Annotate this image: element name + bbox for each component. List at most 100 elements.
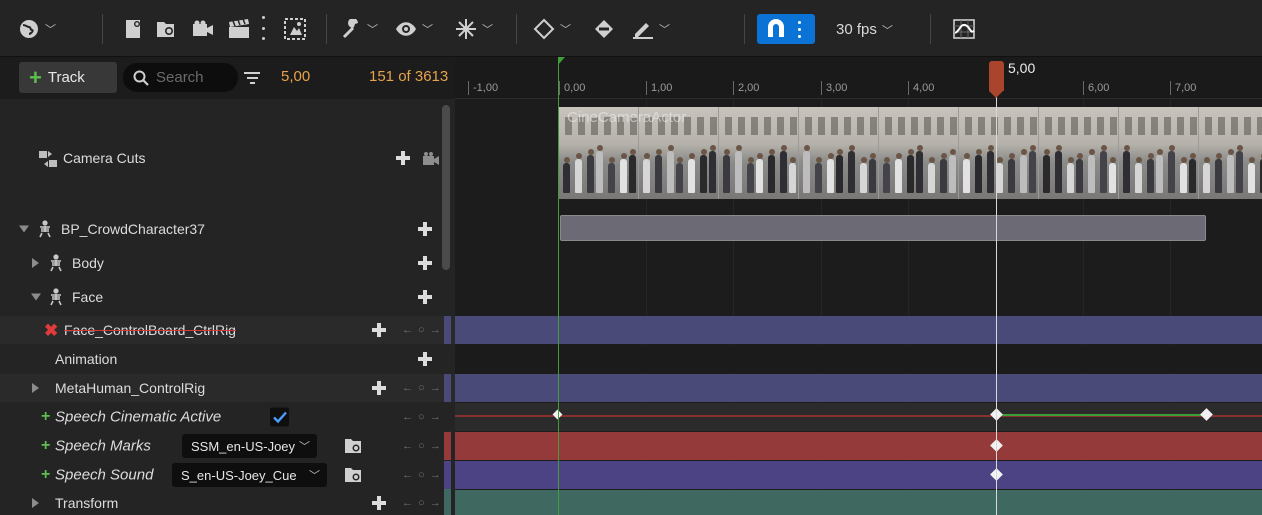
track-row-animation[interactable]: Animation (0, 345, 455, 373)
expand-arrow-icon[interactable] (32, 258, 39, 268)
track-row-crowd-character[interactable]: BP_CrowdCharacter37 (0, 214, 455, 244)
browse-asset-icon[interactable] (344, 466, 364, 484)
lane-speech-marks[interactable] (455, 432, 1262, 460)
track-row-speech-sound[interactable]: + Speech Sound S_en-US-Joey_Cue ﹀ ← ○ → (0, 461, 455, 489)
camera-icon (193, 20, 213, 36)
lock-camera-icon[interactable] (422, 151, 440, 167)
track-row-face[interactable]: Face (0, 282, 455, 312)
collapse-arrow-icon[interactable] (19, 225, 29, 233)
browse-icon (157, 22, 174, 37)
playback-start-marker[interactable] (558, 57, 559, 515)
key-navigation-icon[interactable]: ← ○ → (402, 440, 442, 452)
key-navigation-icon[interactable]: ← ○ → (402, 411, 442, 423)
current-time-field[interactable]: 5,00 (281, 68, 310, 85)
sequencer-timeline[interactable]: -1,00 0,00 1,00 2,00 3,00 4,00 6,00 7,00… (455, 57, 1262, 515)
green-plus-icon: + (41, 437, 51, 454)
lane-metahuman-controlrig[interactable] (455, 374, 1262, 402)
speech-sound-asset-dropdown[interactable]: S_en-US-Joey_Cue ﹀ (172, 463, 327, 487)
key-navigation-icon[interactable]: ← ○ → (402, 382, 442, 394)
more-options-icon[interactable] (260, 16, 266, 40)
wrench-icon (342, 19, 358, 39)
track-row-body[interactable]: Body (0, 248, 455, 278)
browse-asset-icon[interactable] (344, 437, 364, 455)
snapping-toggle[interactable] (757, 14, 815, 44)
track-label: Speech Cinematic Active (55, 408, 222, 426)
track-label: Speech Marks (55, 437, 151, 455)
speech-marks-asset-dropdown[interactable]: SSM_en-US-Joey ﹀ (182, 434, 317, 458)
key-navigation-icon[interactable]: ← ○ → (402, 469, 442, 481)
snap-options-icon[interactable] (798, 21, 802, 38)
skeleton-icon (50, 254, 62, 272)
expand-arrow-icon[interactable] (32, 383, 39, 393)
ruler-tick: 0,00 (559, 81, 585, 95)
add-track-button[interactable]: + Track (19, 62, 117, 93)
add-icon[interactable] (418, 352, 432, 366)
keyframe-icon (533, 18, 555, 40)
toolbar-separator (102, 14, 103, 44)
add-icon[interactable] (372, 496, 386, 510)
track-label: Body (72, 255, 104, 271)
lane-speech-sound[interactable] (455, 461, 1262, 489)
add-icon[interactable] (396, 151, 410, 165)
track-row-transform[interactable]: Transform ← ○ → (0, 489, 455, 515)
track-row-face-controlboard[interactable]: ✖ Face_ControlBoard_CtrlRig ← ○ → (0, 316, 455, 344)
camera-button[interactable] (190, 14, 216, 44)
filter-icon[interactable] (244, 70, 260, 86)
ruler-tick: -1,00 (468, 81, 498, 95)
add-track-label: Track (47, 69, 85, 86)
curve-editor-button[interactable] (950, 14, 978, 44)
tools-menu-button[interactable]: ﹀ (338, 14, 382, 44)
view-options-button[interactable]: ﹀ (392, 14, 436, 44)
time-ruler[interactable]: -1,00 0,00 1,00 2,00 3,00 4,00 6,00 7,00 (455, 57, 1262, 99)
asset-value: S_en-US-Joey_Cue (181, 467, 297, 483)
add-icon[interactable] (418, 290, 432, 304)
frame-rate-dropdown[interactable]: 30 fps ﹀ (836, 21, 893, 38)
collapse-arrow-icon[interactable] (31, 293, 41, 301)
camera-cuts-icon (39, 151, 57, 167)
add-icon[interactable] (418, 256, 432, 270)
crowd-character-section[interactable] (560, 215, 1206, 241)
camera-actor-label: CineCameraActor (567, 109, 687, 126)
toolbar-separator (516, 14, 517, 44)
auto-key-button[interactable] (590, 14, 618, 44)
ruler-tick: 4,00 (908, 81, 934, 95)
lane-transform[interactable] (455, 490, 1262, 515)
playhead-handle[interactable] (989, 61, 1004, 98)
track-row-speech-marks[interactable]: + Speech Marks SSM_en-US-Joey ﹀ ← ○ → (0, 432, 455, 460)
expand-arrow-icon[interactable] (32, 498, 39, 508)
track-row-camera-cuts[interactable]: Camera Cuts (0, 105, 455, 211)
lane-face-controlboard[interactable] (455, 316, 1262, 344)
edit-mode-button[interactable]: ﹀ (628, 14, 674, 44)
clapperboard-button[interactable] (226, 14, 252, 44)
ruler-tick: 3,00 (821, 81, 847, 95)
transform-options-button[interactable]: ﹀ (450, 14, 498, 44)
track-row-speech-cinematic-active[interactable]: + Speech Cinematic Active ← ○ → (0, 403, 455, 431)
render-icon (284, 18, 306, 40)
key-navigation-icon[interactable]: ← ○ → (402, 497, 442, 509)
track-color-stripe (444, 461, 451, 489)
track-row-metahuman-controlrig[interactable]: MetaHuman_ControlRig ← ○ → (0, 374, 455, 402)
toolbar-separator (744, 14, 745, 44)
ruler-tick: 1,00 (646, 81, 672, 95)
browse-button[interactable] (154, 14, 180, 44)
search-icon (133, 70, 149, 86)
sequence-settings-button[interactable] (122, 14, 146, 44)
add-icon[interactable] (372, 381, 386, 395)
outliner-filter-bar: + Track Search 5,00 151 of 3613 (0, 57, 455, 99)
key-interpolation-button[interactable]: ﹀ (528, 14, 576, 44)
search-input[interactable]: Search (123, 63, 238, 92)
filmstrip-frame (1199, 107, 1262, 199)
add-icon[interactable] (372, 323, 386, 337)
key-navigation-icon[interactable]: ← ○ → (402, 324, 442, 336)
world-menu-button[interactable]: ﹀ (14, 14, 60, 44)
render-movie-button[interactable] (282, 14, 308, 44)
settings-icon (126, 20, 140, 38)
filmstrip-frame (799, 107, 879, 199)
lane-speech-active[interactable] (455, 403, 1262, 431)
speech-active-checkbox[interactable] (270, 407, 289, 427)
ruler-tick: 6,00 (1083, 81, 1109, 95)
ruler-tick: 7,00 (1170, 81, 1196, 95)
add-icon[interactable] (418, 222, 432, 236)
playhead-line (996, 91, 997, 515)
filmstrip-frame (879, 107, 959, 199)
